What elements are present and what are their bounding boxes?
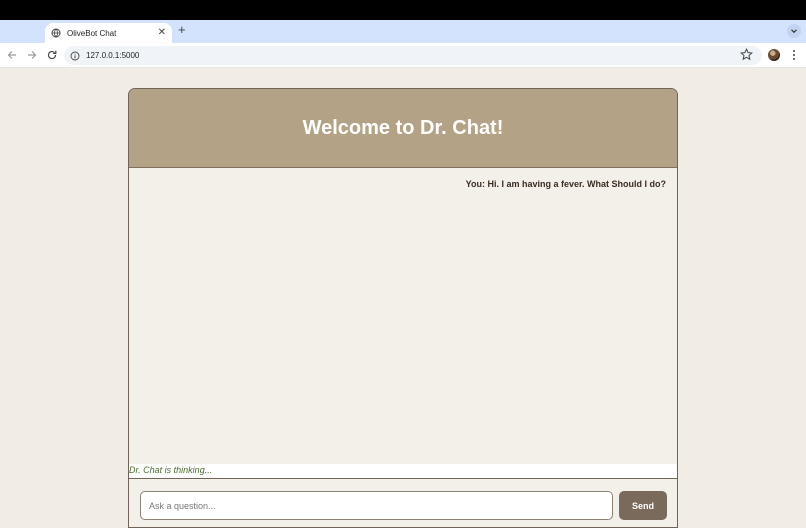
send-button[interactable]: Send [619, 491, 667, 520]
address-bar[interactable]: 127.0.0.1:5000 [64, 46, 762, 65]
reload-icon[interactable] [45, 48, 59, 62]
message-list[interactable]: You: Hi. I am having a fever. What Shoul… [129, 169, 677, 465]
window-top-bar [0, 0, 806, 20]
chat-container: Welcome to Dr. Chat! You: Hi. I am havin… [128, 88, 678, 528]
status-indicator: Dr. Chat is thinking... [129, 464, 677, 479]
info-icon[interactable] [70, 51, 80, 61]
question-input[interactable] [140, 491, 613, 520]
tab-strip: OliveBot Chat ✕ + [0, 20, 806, 43]
tab-close-icon[interactable]: ✕ [158, 28, 166, 38]
tab-title: OliveBot Chat [67, 28, 117, 38]
url-text: 127.0.0.1:5000 [86, 51, 140, 60]
kebab-menu-icon[interactable] [789, 49, 799, 61]
back-arrow-icon[interactable] [5, 48, 19, 62]
new-tab-button[interactable]: + [178, 23, 186, 37]
chat-header: Welcome to Dr. Chat! [129, 89, 677, 168]
composer: Send [129, 480, 677, 527]
forward-arrow-icon[interactable] [25, 48, 39, 62]
browser-toolbar: 127.0.0.1:5000 [0, 43, 806, 68]
tab-olivebot-chat[interactable]: OliveBot Chat ✕ [45, 23, 172, 43]
chevron-down-icon[interactable] [787, 24, 801, 38]
avatar[interactable] [768, 49, 780, 61]
page-title: Welcome to Dr. Chat! [302, 116, 504, 139]
star-icon[interactable] [740, 48, 753, 61]
globe-icon [51, 28, 61, 38]
user-message: You: Hi. I am having a fever. What Shoul… [465, 179, 666, 189]
